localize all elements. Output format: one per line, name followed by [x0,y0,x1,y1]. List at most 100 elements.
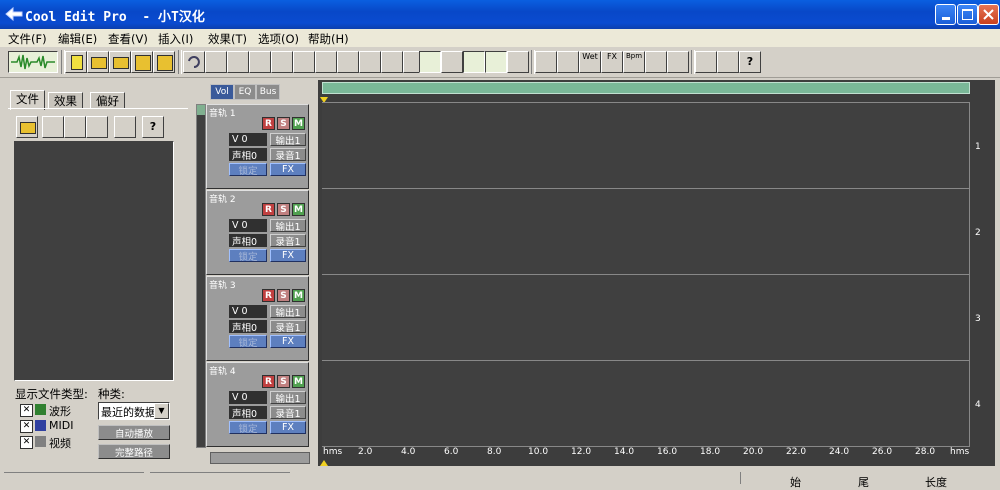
minimize-icon[interactable] [935,4,956,25]
undo-icon[interactable] [183,51,205,73]
menu-insert[interactable]: 插入(I) [158,31,193,47]
envelope-icon[interactable] [557,51,579,73]
track-header-1[interactable]: 音轨 1 R S M V 0 输出1 声相0 录音1 锁定 FX [206,104,309,189]
insert-tool-icon[interactable] [293,51,315,73]
mute-button[interactable]: M [292,375,305,388]
record-arm-button[interactable]: R [262,375,275,388]
fx-icon[interactable]: FX [601,51,623,73]
file-settings-icon[interactable] [114,116,136,138]
output-button[interactable]: 输出1 [270,305,306,319]
record-source-button[interactable]: 录音1 [270,406,306,420]
lock-button[interactable]: 锁定 [229,249,267,263]
open-folder-icon[interactable] [87,51,109,73]
menu-effects[interactable]: 效果(T) [208,31,247,47]
cut-tool-icon[interactable] [271,51,293,73]
settings-icon[interactable] [695,51,717,73]
effect-tool-icon[interactable] [441,51,463,73]
chevron-down-icon[interactable]: ▼ [154,403,169,419]
record-settings-icon[interactable] [717,51,739,73]
track-header-3[interactable]: 音轨 3 R S M V 0 输出1 声相0 录音1 锁定 FX [206,276,309,361]
pan-field[interactable]: 声相0 [229,234,267,248]
track-lane-1[interactable] [322,102,970,188]
track-scrollbar[interactable] [196,104,206,448]
amplify-icon[interactable] [535,51,557,73]
kind-select[interactable]: 最近的数据 ▼ [98,402,170,420]
spectrum-icon[interactable] [485,51,507,73]
solo-button[interactable]: S [277,289,290,302]
insert-file-icon[interactable] [64,116,86,138]
mute-button[interactable]: M [292,117,305,130]
record-source-button[interactable]: 录音1 [270,234,306,248]
menu-file[interactable]: 文件(F) [8,31,47,47]
video-checkbox[interactable]: ✕ [20,436,33,449]
zoom-wave-icon[interactable] [419,51,441,73]
fx-button[interactable]: FX [270,249,306,262]
lock-button[interactable]: 锁定 [229,163,267,177]
autoplay-button[interactable]: 自动播放 [98,425,170,440]
track-header-2[interactable]: 音轨 2 R S M V 0 输出1 声相0 录音1 锁定 FX [206,190,309,275]
open-file-icon[interactable] [16,116,38,138]
search-icon[interactable] [463,51,485,73]
tab-eq[interactable]: EQ [234,84,256,100]
record-arm-button[interactable]: R [262,289,275,302]
volume-field[interactable]: V 0 [229,305,267,318]
volume-field[interactable]: V 0 [229,391,267,404]
solo-button[interactable]: S [277,375,290,388]
record-source-button[interactable]: 录音1 [270,148,306,162]
end-marker-icon[interactable] [320,460,328,466]
close-icon[interactable] [978,4,999,25]
output-button[interactable]: 输出1 [270,391,306,405]
menu-options[interactable]: 选项(O) [258,31,299,47]
lock-button[interactable]: 锁定 [229,335,267,349]
track-lane-4[interactable] [322,360,970,446]
app-icon[interactable] [5,6,23,22]
maximize-icon[interactable] [957,4,978,25]
multitrack-tool-icon[interactable] [381,51,403,73]
marker-icon[interactable] [645,51,667,73]
save-all-icon[interactable] [153,51,175,73]
track-lane-3[interactable] [322,274,970,360]
midi-checkbox[interactable]: ✕ [20,420,33,433]
multitrack-timeline[interactable]: 1 2 3 4 hms 2.0 4.0 6.0 8.0 10.0 12.0 14… [318,80,995,466]
menu-edit[interactable]: 编辑(E) [58,31,97,47]
pan-field[interactable]: 声相0 [229,148,267,162]
lock-button[interactable]: 锁定 [229,421,267,435]
bpm-icon[interactable]: Bpm [623,51,645,73]
track-panel-scrollbar[interactable] [210,452,310,464]
mix-tool-icon[interactable] [315,51,337,73]
record-source-button[interactable]: 录音1 [270,320,306,334]
tab-bus[interactable]: Bus [256,84,280,100]
help-icon[interactable]: ? [739,51,761,73]
solo-button[interactable]: S [277,117,290,130]
horizontal-scrollbar[interactable] [322,82,970,94]
pan-field[interactable]: 声相0 [229,320,267,334]
record-arm-button[interactable]: R [262,203,275,216]
loop-icon[interactable] [507,51,529,73]
mute-button[interactable]: M [292,289,305,302]
copy-tool-icon[interactable] [249,51,271,73]
select-tool-icon[interactable] [227,51,249,73]
waveform-view-icon[interactable] [8,51,58,73]
pan-field[interactable]: 声相0 [229,406,267,420]
file-list[interactable] [14,141,174,381]
track-header-4[interactable]: 音轨 4 R S M V 0 输出1 声相0 录音1 锁定 FX [206,362,309,447]
close-file-icon[interactable] [42,116,64,138]
menu-help[interactable]: 帮助(H) [308,31,349,47]
track-lane-2[interactable] [322,188,970,274]
wet-mix-icon[interactable]: Wet [579,51,601,73]
fx-button[interactable]: FX [270,421,306,434]
new-file-icon[interactable] [65,51,87,73]
volume-field[interactable]: V 0 [229,133,267,146]
cue-icon[interactable] [667,51,689,73]
waveform-checkbox[interactable]: ✕ [20,404,33,417]
menu-view[interactable]: 查看(V) [108,31,148,47]
file-help-icon[interactable]: ? [142,116,164,138]
solo-button[interactable]: S [277,203,290,216]
mute-button[interactable]: M [292,203,305,216]
full-path-button[interactable]: 完整路径 [98,444,170,459]
open-folder-alt-icon[interactable] [109,51,131,73]
grid-tool-icon[interactable] [359,51,381,73]
envelope-tool-icon[interactable] [337,51,359,73]
tab-favorites[interactable]: 偏好 [90,92,125,109]
insert-track-icon[interactable] [86,116,108,138]
